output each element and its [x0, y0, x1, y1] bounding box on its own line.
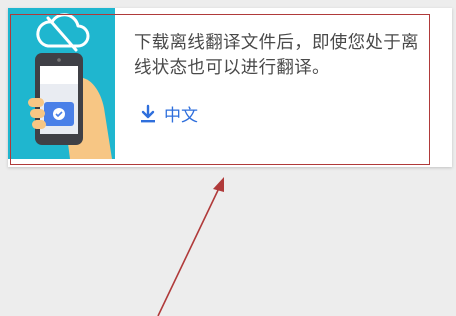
offline-description: 下载离线翻译文件后，即使您处于离线状态也可以进行翻译。 — [134, 33, 419, 78]
translate-badge-icon — [44, 102, 74, 126]
download-arrow-icon — [141, 104, 155, 122]
offline-translation-card: 下载离线翻译文件后，即使您处于离线状态也可以进行翻译。 中文 — [8, 8, 452, 167]
phone-illustration — [28, 13, 112, 159]
cloud-offline-icon — [36, 13, 90, 52]
download-language-label: 中文 — [164, 106, 198, 126]
download-chinese-link[interactable]: 中文 — [138, 101, 198, 126]
offline-illustration — [8, 8, 115, 159]
